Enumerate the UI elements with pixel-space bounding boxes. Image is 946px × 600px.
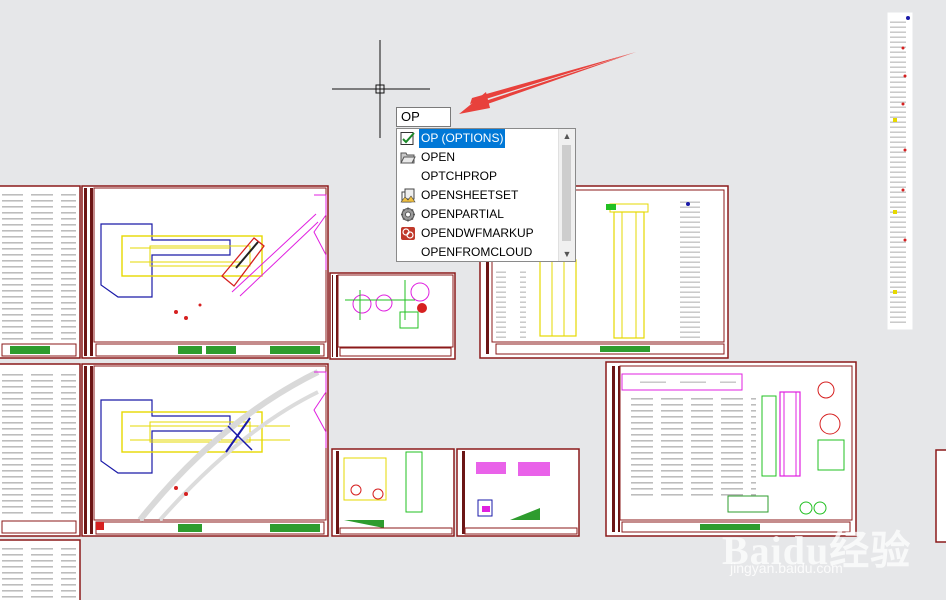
autocomplete-item-opendwfmarkup[interactable]: OPENDWFMARKUP	[397, 224, 557, 243]
autocomplete-item-label: OPENPARTIAL	[421, 207, 504, 221]
autocomplete-item-label: OPEN	[421, 150, 456, 164]
autocomplete-item-optchprop[interactable]: OPTCHPROP	[397, 167, 557, 186]
autocomplete-item-label: OPENDWFMARKUP	[421, 226, 534, 240]
autocomplete-scrollbar[interactable]: ▲ ▼	[558, 129, 575, 261]
baidu-watermark-url: jingyan.baidu.com	[730, 560, 843, 576]
scroll-thumb[interactable]	[562, 145, 571, 241]
sheet-left-top	[0, 185, 81, 359]
autocomplete-item-openpartial[interactable]: OPENPARTIAL	[397, 205, 557, 224]
sheet-detail-3	[456, 448, 580, 537]
command-input[interactable]: OP	[396, 107, 451, 127]
autocomplete-item-options[interactable]: OP (OPTIONS)	[397, 129, 557, 148]
sheet-plan-1	[81, 185, 329, 359]
gear-icon	[401, 207, 415, 222]
scroll-up-arrow-icon[interactable]: ▲	[559, 129, 575, 143]
sheet-left-bottom	[0, 539, 81, 600]
sheet-right-edge	[935, 449, 946, 543]
autocomplete-item-label: OPENFROMCLOUD	[421, 245, 533, 259]
scroll-down-arrow-icon[interactable]: ▼	[559, 247, 575, 261]
autocomplete-item-label: OP (OPTIONS)	[419, 129, 506, 148]
sheetset-icon	[400, 188, 416, 203]
sheet-detail-2	[331, 448, 455, 537]
options-checkbox-icon	[400, 132, 415, 145]
open-folder-icon	[400, 152, 416, 164]
sheet-detail-1	[329, 272, 456, 360]
sheet-plan-2	[81, 363, 329, 537]
sheet-right-strip	[886, 11, 914, 331]
annotation-arrow	[459, 52, 636, 114]
sheet-left-middle	[0, 363, 81, 537]
autocomplete-item-label: OPTCHPROP	[421, 169, 498, 183]
command-autocomplete-list[interactable]: OP (OPTIONS) OPEN OPTCHPROP OPENSHEETSET…	[396, 128, 576, 262]
autocomplete-item-opensheetset[interactable]: OPENSHEETSET	[397, 186, 557, 205]
autocomplete-item-open[interactable]: OPEN	[397, 148, 557, 167]
drawing-canvas[interactable]	[0, 0, 946, 600]
sheet-right-detail	[605, 361, 857, 537]
autocomplete-item-label: OPENSHEETSET	[421, 188, 519, 202]
dwf-markup-icon	[401, 227, 415, 240]
autocomplete-item-openfromcloud[interactable]: OPENFROMCLOUD	[397, 243, 557, 261]
